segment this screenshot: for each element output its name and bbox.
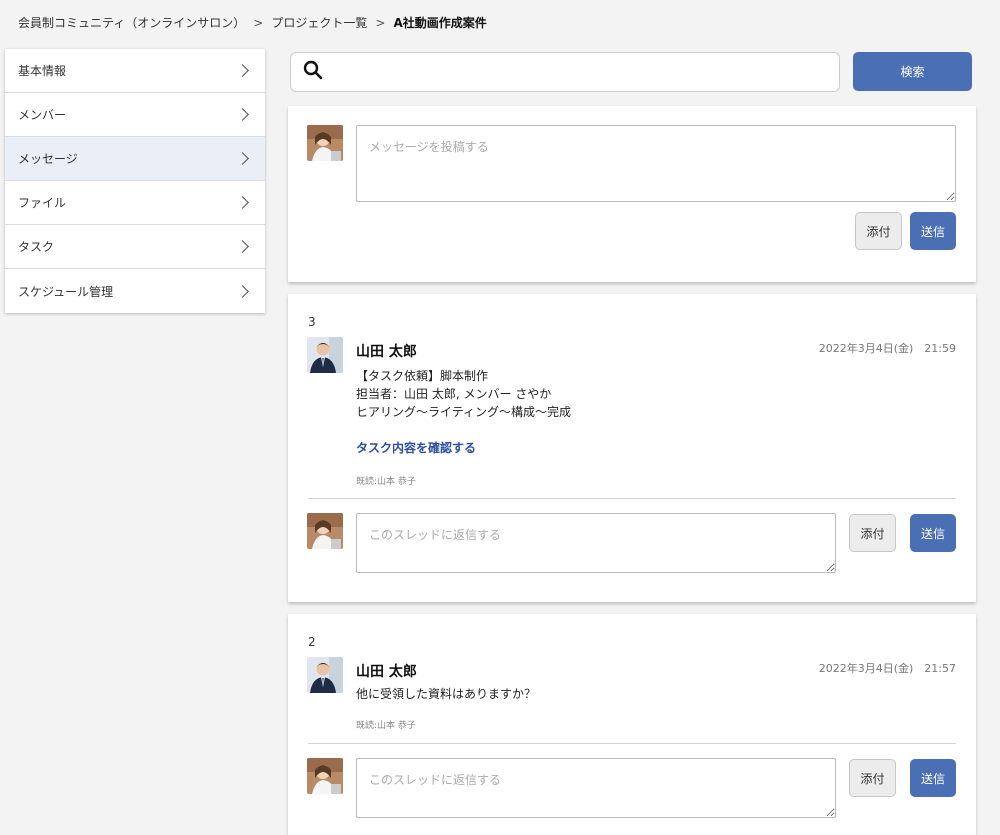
sidebar-item-label: ファイル — [18, 196, 67, 210]
breadcrumb-separator: > — [253, 15, 264, 30]
sidebar-item-label: メンバー — [18, 108, 67, 122]
message-input[interactable] — [356, 125, 956, 202]
message-thread: 3 山田 太郎 2022年3月4日(金) 21:59 【タスク依頼】脚本制作 担… — [288, 294, 976, 602]
divider — [308, 498, 956, 499]
breadcrumb: 会員制コミュニティ（オンラインサロン） > プロジェクト一覧 > A社動画作成案… — [18, 14, 487, 31]
current-user-avatar — [307, 758, 343, 794]
author-avatar — [307, 657, 343, 693]
reply-input[interactable] — [356, 758, 836, 818]
sidebar-item-label: 基本情報 — [18, 64, 67, 78]
author-avatar — [307, 337, 343, 373]
chevron-right-icon — [236, 284, 249, 298]
search-icon — [303, 60, 323, 84]
sidebar-item-label: タスク — [18, 240, 55, 254]
sidebar-item-tasks[interactable]: タスク — [5, 225, 265, 269]
sidebar: 基本情報 メンバー メッセージ ファイル タスク スケジュール管理 — [5, 49, 265, 313]
chevron-right-icon — [236, 64, 249, 77]
current-user-avatar — [307, 513, 343, 549]
attach-button[interactable]: 添付 — [849, 759, 896, 797]
sidebar-item-messages[interactable]: メッセージ — [5, 137, 265, 181]
read-receipt: 既読:山本 恭子 — [356, 477, 416, 487]
search-input[interactable] — [331, 53, 839, 91]
attach-button[interactable]: 添付 — [855, 212, 902, 250]
sidebar-item-label: メッセージ — [18, 152, 78, 166]
message-timestamp: 2022年3月4日(金) 21:57 — [818, 662, 956, 675]
message-timestamp: 2022年3月4日(金) 21:59 — [818, 342, 956, 355]
reply-input[interactable] — [356, 513, 836, 573]
message-thread: 2 山田 太郎 2022年3月4日(金) 21:57 他に受領した資料はあります… — [288, 614, 976, 835]
send-button[interactable]: 送信 — [910, 212, 956, 250]
chevron-right-icon — [236, 152, 249, 165]
breadcrumb-current-project: A社動画作成案件 — [393, 16, 487, 30]
sidebar-item-schedule[interactable]: スケジュール管理 — [5, 269, 265, 313]
divider — [308, 743, 956, 744]
message-composer: 添付 送信 — [288, 106, 976, 282]
sidebar-item-basic-info[interactable]: 基本情報 — [5, 49, 265, 93]
view-task-link[interactable]: タスク内容を確認する — [356, 439, 476, 456]
message-number: 2 — [308, 635, 316, 649]
chevron-right-icon — [236, 196, 249, 209]
attach-button[interactable]: 添付 — [849, 514, 896, 552]
current-user-avatar — [307, 125, 343, 161]
send-button[interactable]: 送信 — [910, 759, 956, 797]
message-body-line: 担当者：山田 太郎, メンバー さやか — [356, 387, 552, 401]
search-button[interactable]: 検索 — [853, 52, 972, 91]
chevron-right-icon — [236, 108, 249, 121]
read-receipt: 既読:山本 恭子 — [356, 721, 416, 731]
sidebar-item-members[interactable]: メンバー — [5, 93, 265, 137]
message-number: 3 — [308, 315, 316, 329]
search-bar — [290, 52, 840, 92]
chevron-right-icon — [236, 240, 249, 253]
sidebar-item-label: スケジュール管理 — [18, 284, 114, 299]
send-button[interactable]: 送信 — [910, 514, 956, 552]
breadcrumb-separator: > — [375, 15, 386, 30]
message-author: 山田 太郎 — [356, 344, 417, 360]
sidebar-item-files[interactable]: ファイル — [5, 181, 265, 225]
message-body-line: 他に受領した資料はありますか？ — [356, 687, 537, 701]
message-body-line: 【タスク依頼】脚本制作 — [356, 369, 489, 383]
message-author: 山田 太郎 — [356, 664, 417, 680]
breadcrumb-community[interactable]: 会員制コミュニティ（オンラインサロン） — [18, 14, 245, 31]
breadcrumb-project-list[interactable]: プロジェクト一覧 — [271, 14, 367, 31]
message-body-line: ヒアリング〜ライティング〜構成〜完成 — [356, 405, 572, 419]
